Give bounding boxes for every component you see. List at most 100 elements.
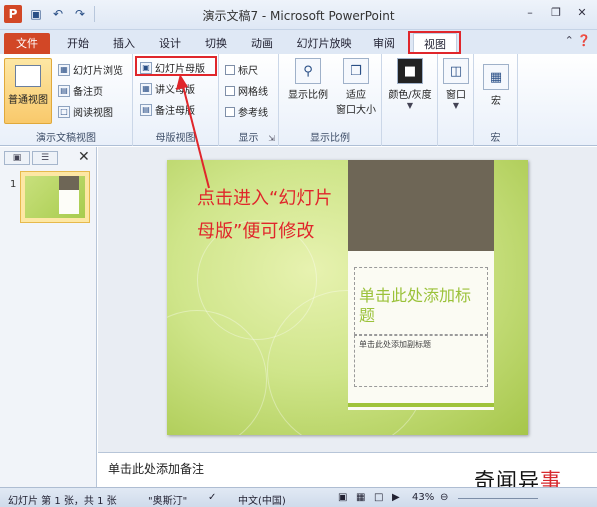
group-color: ■ 颜色/灰度 ▼: [382, 54, 438, 146]
restore-icon[interactable]: ❐: [545, 4, 567, 22]
notes-master-button[interactable]: ▤ 备注母版: [140, 102, 195, 117]
zoom-slider[interactable]: [458, 498, 538, 499]
macros-label: 宏: [491, 96, 501, 107]
normal-view-status-icon[interactable]: ▣: [338, 492, 347, 503]
color-grayscale-icon: ■: [397, 58, 423, 84]
ribbon: 普通视图 ▦ 幻灯片浏览 ▤ 备注页 □ 阅读视图 演示文稿视图 ▣ 幻灯片母版…: [0, 54, 597, 146]
reading-view-status-icon[interactable]: □: [374, 492, 383, 503]
reading-view-label: 阅读视图: [73, 108, 113, 119]
normal-view-label: 普通视图: [8, 95, 48, 106]
annotation-text: 点击进入“幻灯片母版”便可修改: [197, 188, 333, 242]
ruler-checkbox[interactable]: 标尺: [225, 62, 258, 77]
slide-thumbnail-image: [25, 176, 85, 218]
zoom-out-icon[interactable]: ⊖: [440, 492, 448, 503]
ribbon-tabs: 文件 开始 插入 设计 切换 动画 幻灯片放映 审阅 视图 ⌃ ❓: [0, 30, 597, 54]
tab-insert[interactable]: 插入: [106, 33, 142, 54]
zoom-button[interactable]: ⚲ 显示比例: [283, 58, 333, 101]
title-placeholder[interactable]: 单击此处添加标题: [354, 267, 488, 335]
slide-number: 1: [10, 179, 17, 190]
tab-animations[interactable]: 动画: [244, 33, 280, 54]
gridlines-check-icon: [225, 85, 235, 96]
slide-canvas[interactable]: 单击此处添加标题 单击此处添加副标题 点击进入“幻灯片母版”便可修改: [167, 160, 528, 435]
guides-check-icon: [225, 106, 235, 117]
slide-thumbnail[interactable]: [20, 171, 90, 223]
theme-name[interactable]: "奥斯汀": [148, 492, 187, 507]
zoom-level[interactable]: 43%: [412, 492, 434, 503]
slides-pane-tabs: ▣ ☰: [4, 151, 58, 167]
slides-tab-icon[interactable]: ▣: [4, 151, 30, 165]
guides-label: 参考线: [238, 108, 268, 119]
thumbnail-dark-block: [59, 176, 79, 190]
tab-slideshow[interactable]: 幻灯片放映: [290, 33, 358, 54]
window-label: 窗口: [446, 90, 466, 101]
normal-view-button[interactable]: 普通视图: [4, 58, 52, 124]
color-grayscale-label: 颜色/灰度: [388, 90, 432, 101]
language[interactable]: 中文(中国): [238, 492, 286, 507]
macros-button[interactable]: ▦ 宏: [478, 64, 514, 107]
group-label-master-views: 母版视图: [155, 133, 196, 144]
fit-window-label-1: 适应: [346, 90, 366, 101]
slide-sorter-button[interactable]: ▦ 幻灯片浏览: [58, 62, 123, 77]
window-button[interactable]: ◫ 窗口 ▼: [440, 58, 472, 110]
spell-check-icon[interactable]: ✓: [208, 492, 216, 503]
status-bar: 幻灯片 第 1 张，共 1 张 "奥斯汀" ✓ 中文(中国) ▣ ▦ □ ▶ 4…: [0, 487, 597, 507]
tab-file[interactable]: 文件: [4, 33, 50, 54]
macro-icon: ▦: [483, 64, 509, 90]
magnifier-icon: ⚲: [295, 58, 321, 84]
fit-window-label-2: 窗口大小: [336, 105, 376, 116]
slide-accent-line: [348, 403, 494, 407]
chevron-down-icon: ▼: [452, 101, 460, 110]
slide-sorter-label: 幻灯片浏览: [73, 66, 123, 77]
handout-master-label: 讲义母版: [155, 85, 195, 96]
slide-header-block: [348, 160, 494, 251]
tab-design[interactable]: 设计: [152, 33, 188, 54]
help-icon[interactable]: ⌃ ❓: [565, 34, 591, 47]
window-icon: ◫: [443, 58, 469, 84]
slide-master-highlight: [135, 56, 217, 76]
close-icon[interactable]: ✕: [78, 149, 90, 165]
slideshow-status-icon[interactable]: ▶: [392, 492, 400, 503]
chevron-down-icon: ▼: [406, 101, 414, 110]
zoom-label: 显示比例: [288, 90, 328, 101]
group-label-zoom: 显示比例: [310, 133, 350, 144]
group-show: 标尺 网格线 参考线 显示 ⇲: [219, 54, 279, 146]
notes-page-button[interactable]: ▤ 备注页: [58, 83, 103, 98]
reading-view-icon: □: [58, 105, 70, 118]
dialog-launcher-icon[interactable]: ⇲: [268, 134, 275, 143]
color-grayscale-button[interactable]: ■ 颜色/灰度 ▼: [384, 58, 436, 110]
ruler-label: 标尺: [238, 66, 258, 77]
slide-editing-area: 单击此处添加标题 单击此处添加副标题 点击进入“幻灯片母版”便可修改: [98, 147, 597, 452]
title-bar: P ▣ ↶ ↷ 演示文稿7 - Microsoft PowerPoint – ❐…: [0, 0, 597, 30]
subtitle-placeholder[interactable]: 单击此处添加副标题: [354, 335, 488, 387]
slide-sorter-icon: ▦: [58, 63, 70, 76]
minimize-icon[interactable]: –: [519, 4, 541, 22]
fit-to-window-button[interactable]: ❒ 适应 窗口大小: [331, 58, 381, 116]
group-label-macros: 宏: [490, 133, 501, 144]
group-zoom: ⚲ 显示比例 ❒ 适应 窗口大小 显示比例: [279, 54, 382, 146]
tab-home[interactable]: 开始: [60, 33, 96, 54]
notes-page-icon: ▤: [58, 84, 70, 97]
gridlines-checkbox[interactable]: 网格线: [225, 83, 268, 98]
tab-review[interactable]: 审阅: [366, 33, 402, 54]
group-presentation-views: 普通视图 ▦ 幻灯片浏览 ▤ 备注页 □ 阅读视图 演示文稿视图: [0, 54, 133, 146]
tab-transitions[interactable]: 切换: [198, 33, 234, 54]
handout-master-button[interactable]: ▦ 讲义母版: [140, 81, 195, 96]
slide-info: 幻灯片 第 1 张，共 1 张: [8, 496, 117, 507]
normal-view-icon: [15, 65, 41, 87]
slides-pane: ▣ ☰ ✕ 1: [0, 147, 97, 487]
notes-placeholder: 单击此处添加备注: [108, 462, 205, 476]
notes-master-icon: ▤: [140, 103, 152, 116]
close-icon[interactable]: ✕: [571, 4, 593, 22]
slide-sorter-status-icon[interactable]: ▦: [356, 492, 365, 503]
notes-page-label: 备注页: [73, 87, 103, 98]
group-window: ◫ 窗口 ▼: [438, 54, 474, 146]
fit-window-icon: ❒: [343, 58, 369, 84]
group-macros: ▦ 宏 宏: [474, 54, 518, 146]
outline-tab-icon[interactable]: ☰: [32, 151, 58, 165]
thumbnail-white-block: [59, 190, 79, 214]
guides-checkbox[interactable]: 参考线: [225, 104, 268, 119]
gridlines-label: 网格线: [238, 87, 268, 98]
handout-master-icon: ▦: [140, 82, 152, 95]
reading-view-button[interactable]: □ 阅读视图: [58, 104, 113, 119]
notes-master-label: 备注母版: [155, 106, 195, 117]
